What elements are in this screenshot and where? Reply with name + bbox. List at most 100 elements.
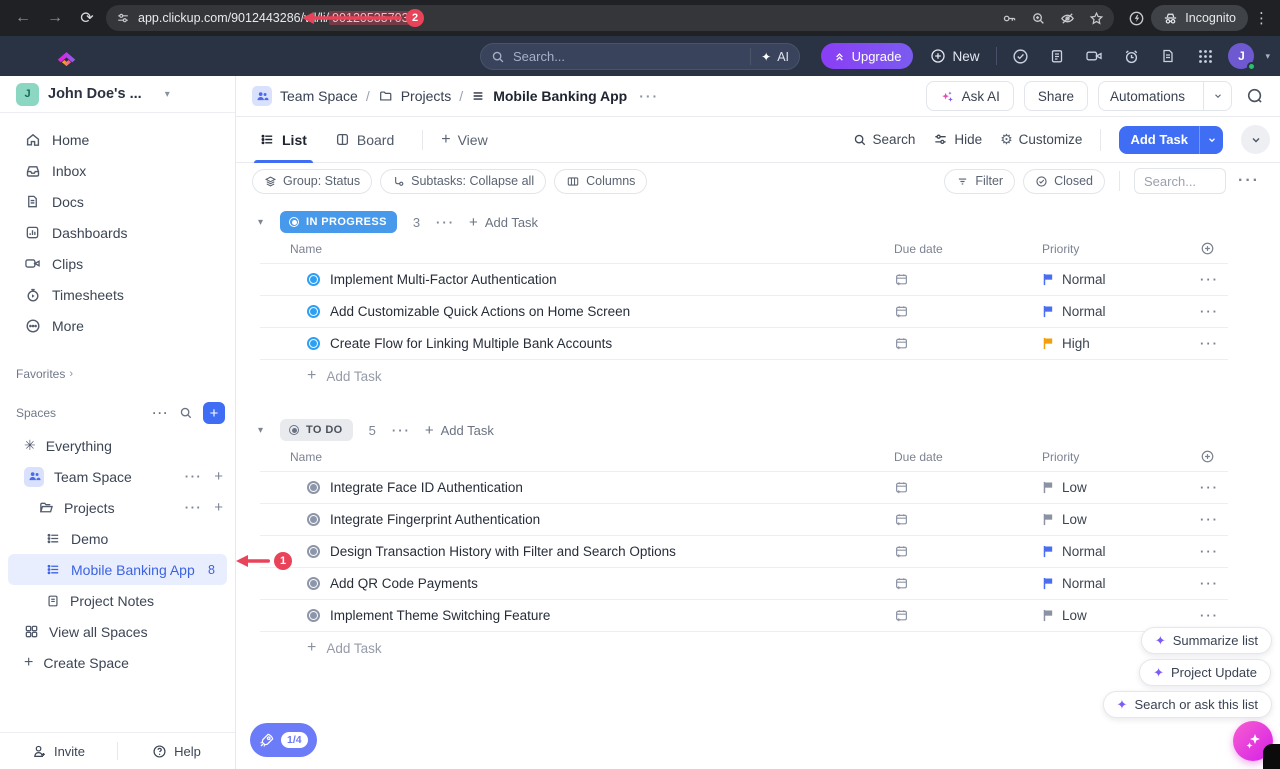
ask-ai-button[interactable]: Ask AI: [926, 81, 1014, 111]
browser-reload-icon[interactable]: ⟳: [74, 5, 100, 31]
task-status-circle[interactable]: [307, 337, 320, 350]
bookmark-star-icon[interactable]: [1089, 11, 1104, 26]
task-menu-icon[interactable]: ···: [1200, 544, 1228, 559]
set-due-date-icon[interactable]: [894, 576, 1042, 591]
task-status-circle[interactable]: [307, 513, 320, 526]
help-button[interactable]: Help: [118, 744, 235, 759]
sidebar-item-everything[interactable]: ✳ Everything: [0, 430, 235, 461]
avatar-chevron-icon[interactable]: ▾: [1265, 51, 1270, 62]
address-bar[interactable]: app.clickup.com/9012443286/v/l/li/901205…: [106, 5, 1114, 31]
task-row[interactable]: Create Flow for Linking Multiple Bank Ac…: [260, 328, 1228, 360]
breadcrumb-menu-icon[interactable]: ···: [639, 88, 659, 104]
add-column-icon[interactable]: [1200, 449, 1228, 464]
priority-cell[interactable]: Low: [1042, 480, 1200, 495]
column-header-name[interactable]: Name: [260, 450, 894, 464]
task-row[interactable]: Implement Theme Switching Feature Low ··…: [260, 600, 1228, 632]
folder-menu-icon[interactable]: ···: [185, 500, 203, 515]
task-menu-icon[interactable]: ···: [1200, 608, 1228, 623]
project-update-button[interactable]: ✦ Project Update: [1139, 659, 1271, 686]
automations-button[interactable]: Automations: [1098, 81, 1232, 111]
global-search[interactable]: Search... ✦ AI: [480, 43, 800, 70]
customize-button[interactable]: ⚙ Customize: [1000, 131, 1082, 148]
task-name[interactable]: Integrate Fingerprint Authentication: [330, 512, 894, 527]
task-status-circle[interactable]: [307, 273, 320, 286]
browser-back-icon[interactable]: ←: [10, 5, 36, 31]
set-due-date-icon[interactable]: [894, 608, 1042, 623]
add-view-button[interactable]: + View: [441, 117, 487, 162]
sidebar-item-inbox[interactable]: Inbox: [0, 155, 235, 186]
spaces-menu-icon[interactable]: ···: [153, 406, 170, 420]
set-due-date-icon[interactable]: [894, 512, 1042, 527]
task-row[interactable]: Integrate Face ID Authentication Low ···: [260, 472, 1228, 504]
view-search-button[interactable]: Search: [853, 132, 916, 147]
add-column-icon[interactable]: [1200, 241, 1228, 256]
collapse-group-icon[interactable]: ▾: [258, 425, 272, 436]
column-header-due-date[interactable]: Due date: [894, 450, 1042, 464]
sidebar-item-view-all-spaces[interactable]: View all Spaces: [0, 616, 235, 647]
chevron-down-icon[interactable]: [1199, 126, 1223, 154]
sidebar-item-docs[interactable]: Docs: [0, 186, 235, 217]
new-button[interactable]: New: [922, 43, 987, 69]
priority-cell[interactable]: Normal: [1042, 544, 1200, 559]
priority-cell[interactable]: Low: [1042, 512, 1200, 527]
list-search-input[interactable]: [1134, 168, 1226, 194]
browser-forward-icon[interactable]: →: [42, 5, 68, 31]
column-header-name[interactable]: Name: [260, 242, 894, 256]
column-header-priority[interactable]: Priority: [1042, 242, 1200, 256]
task-status-circle[interactable]: [307, 609, 320, 622]
spaces-search-icon[interactable]: [179, 406, 193, 420]
task-menu-icon[interactable]: ···: [1200, 576, 1228, 591]
priority-cell[interactable]: High: [1042, 336, 1200, 351]
set-due-date-icon[interactable]: [894, 544, 1042, 559]
sidebar-item-mobile-banking-app[interactable]: Mobile Banking App 8: [8, 554, 227, 585]
subtasks-pill[interactable]: Subtasks: Collapse all: [380, 169, 546, 194]
user-avatar[interactable]: J: [1228, 43, 1254, 69]
task-menu-icon[interactable]: ···: [1200, 272, 1228, 287]
priority-cell[interactable]: Normal: [1042, 304, 1200, 319]
breadcrumb-space[interactable]: Team Space: [280, 88, 358, 104]
eye-off-icon[interactable]: [1060, 11, 1075, 26]
tab-board[interactable]: Board: [335, 117, 394, 162]
task-menu-icon[interactable]: ···: [1200, 480, 1228, 495]
group-add-task-button[interactable]: +Add Task: [469, 214, 538, 231]
task-row[interactable]: Integrate Fingerprint Authentication Low…: [260, 504, 1228, 536]
task-menu-icon[interactable]: ···: [1200, 304, 1228, 319]
task-name[interactable]: Create Flow for Linking Multiple Bank Ac…: [330, 336, 894, 351]
sidebar-item-demo-list[interactable]: Demo: [0, 523, 235, 554]
breadcrumb-list[interactable]: Mobile Banking App: [493, 88, 627, 104]
group-add-task-button[interactable]: +Add Task: [425, 422, 494, 439]
add-space-button[interactable]: +: [203, 402, 225, 424]
task-status-circle[interactable]: [307, 305, 320, 318]
chevron-down-icon[interactable]: [1203, 82, 1231, 110]
upgrade-button[interactable]: Upgrade: [821, 43, 914, 69]
record-clip-icon[interactable]: [1080, 42, 1108, 70]
my-tasks-icon[interactable]: [1006, 42, 1034, 70]
set-due-date-icon[interactable]: [894, 480, 1042, 495]
browser-menu-icon[interactable]: ⋮: [1254, 9, 1270, 27]
add-task-row[interactable]: + Add Task: [260, 632, 1228, 664]
set-due-date-icon[interactable]: [894, 304, 1042, 319]
task-status-circle[interactable]: [307, 545, 320, 558]
task-name[interactable]: Design Transaction History with Filter a…: [330, 544, 894, 559]
sidebar-item-more[interactable]: More: [0, 310, 235, 341]
column-header-priority[interactable]: Priority: [1042, 450, 1200, 464]
task-menu-icon[interactable]: ···: [1200, 336, 1228, 351]
summarize-list-button[interactable]: ✦ Summarize list: [1141, 627, 1272, 654]
task-name[interactable]: Add QR Code Payments: [330, 576, 894, 591]
ai-search-toggle[interactable]: ✦ AI: [750, 48, 789, 65]
reminders-icon[interactable]: [1117, 42, 1145, 70]
extension-icon[interactable]: [1128, 10, 1145, 27]
share-button[interactable]: Share: [1024, 81, 1088, 111]
notepad-icon[interactable]: [1043, 42, 1071, 70]
sidebar-item-timesheets[interactable]: Timesheets: [0, 279, 235, 310]
workspace-switcher[interactable]: J John Doe's ... ▾: [0, 76, 235, 113]
task-name[interactable]: Implement Theme Switching Feature: [330, 608, 894, 623]
hide-button[interactable]: Hide: [933, 132, 982, 147]
filter-pill[interactable]: Filter: [944, 169, 1015, 194]
task-name[interactable]: Implement Multi-Factor Authentication: [330, 272, 894, 287]
space-add-icon[interactable]: +: [214, 468, 223, 485]
collapse-group-icon[interactable]: ▾: [258, 217, 272, 228]
task-row[interactable]: Implement Multi-Factor Authentication No…: [260, 264, 1228, 296]
sidebar-item-project-notes[interactable]: Project Notes: [0, 585, 235, 616]
add-task-row[interactable]: + Add Task: [260, 360, 1228, 392]
